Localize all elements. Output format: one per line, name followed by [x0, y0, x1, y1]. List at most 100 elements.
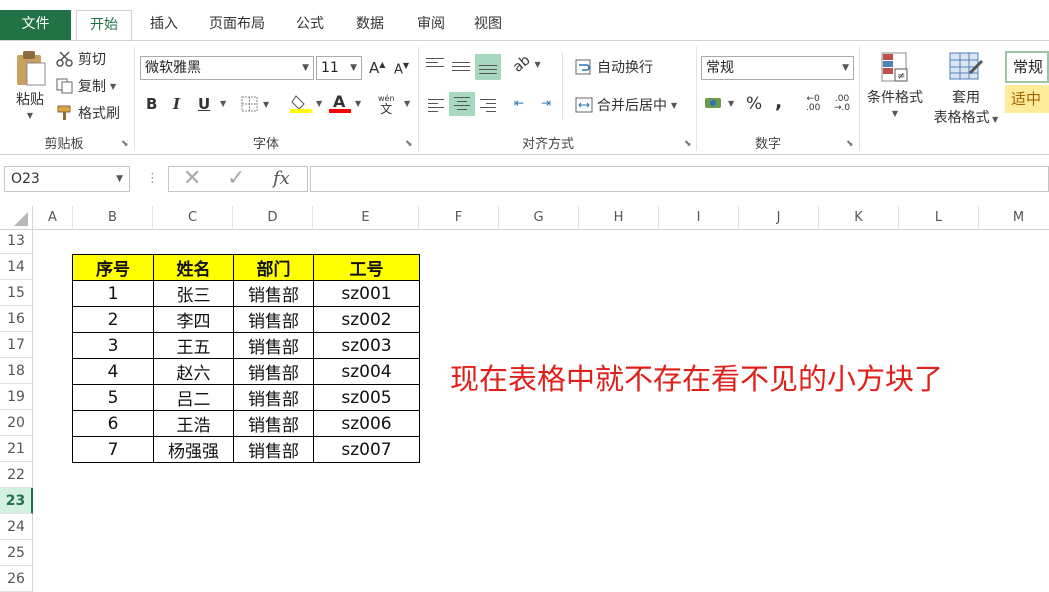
row-header-20[interactable]: 20: [0, 410, 33, 436]
column-header-d[interactable]: D: [233, 206, 313, 230]
row-header-19[interactable]: 19: [0, 384, 33, 410]
formula-input[interactable]: [310, 166, 1049, 192]
tab-file[interactable]: 文件: [0, 10, 71, 40]
number-format-select[interactable]: 常规 ▼: [701, 56, 854, 80]
cell-id[interactable]: sz003: [313, 332, 420, 359]
cell-dept[interactable]: 销售部: [233, 436, 314, 463]
row-header-21[interactable]: 21: [0, 436, 33, 462]
tab-home[interactable]: 开始: [76, 10, 132, 40]
row-header-23-selected[interactable]: 23: [0, 488, 33, 514]
format-as-table-button[interactable]: 套用 表格格式 ▼: [930, 51, 1002, 127]
cell-id[interactable]: sz002: [313, 306, 420, 333]
cell-name[interactable]: 杨强强: [153, 436, 234, 463]
italic-button[interactable]: I: [173, 95, 180, 113]
cell-name[interactable]: 王五: [153, 332, 234, 359]
format-painter-button[interactable]: 格式刷: [56, 103, 120, 123]
cell-name[interactable]: 李四: [153, 306, 234, 333]
fill-color-button[interactable]: ▼: [290, 93, 322, 113]
font-name-select[interactable]: 微软雅黑 ▼: [140, 56, 314, 80]
cell-dept[interactable]: 销售部: [233, 306, 314, 333]
cell-seq[interactable]: 5: [72, 384, 154, 411]
column-header-c[interactable]: C: [153, 206, 233, 230]
column-header-m[interactable]: M: [979, 206, 1049, 230]
cut-button[interactable]: 剪切: [56, 49, 106, 69]
underline-dropdown-icon[interactable]: ▼: [220, 99, 226, 108]
increase-decimal-button[interactable]: ←0.00: [806, 95, 820, 113]
cell-name[interactable]: 赵六: [153, 358, 234, 385]
cell-seq[interactable]: 1: [72, 280, 154, 307]
row-header-22[interactable]: 22: [0, 462, 33, 488]
style-neutral-cell[interactable]: 适中: [1005, 85, 1049, 113]
align-middle-icon[interactable]: [452, 59, 470, 74]
select-all-corner[interactable]: [0, 206, 33, 230]
tab-data[interactable]: 数据: [344, 10, 396, 40]
align-left-icon[interactable]: [428, 96, 444, 115]
decrease-font-button[interactable]: A▼: [394, 61, 409, 77]
cell-id[interactable]: sz006: [313, 410, 420, 437]
insert-function-icon[interactable]: fx: [273, 167, 290, 191]
align-right-icon[interactable]: [480, 96, 496, 115]
column-header-b[interactable]: B: [73, 206, 153, 230]
style-normal-cell[interactable]: 常规: [1005, 51, 1049, 83]
font-size-select[interactable]: 11 ▼: [316, 56, 362, 80]
header-cell-id[interactable]: 工号: [313, 254, 420, 281]
column-header-f[interactable]: F: [419, 206, 499, 230]
font-color-button[interactable]: A ▼: [329, 93, 361, 113]
borders-button[interactable]: ▼: [241, 96, 269, 112]
tab-review[interactable]: 审阅: [405, 10, 457, 40]
row-header-25[interactable]: 25: [0, 540, 33, 566]
decrease-indent-icon[interactable]: ⇤: [514, 96, 524, 110]
tab-page-layout[interactable]: 页面布局: [198, 10, 276, 40]
header-cell-dept[interactable]: 部门: [233, 254, 314, 281]
row-header-13[interactable]: 13: [0, 228, 33, 254]
bold-button[interactable]: B: [146, 95, 157, 113]
cell-id[interactable]: sz004: [313, 358, 420, 385]
row-header-14[interactable]: 14: [0, 254, 33, 280]
increase-indent-icon[interactable]: ⇥: [541, 96, 551, 110]
cell-name[interactable]: 张三: [153, 280, 234, 307]
decrease-decimal-button[interactable]: .00 →.0: [834, 95, 850, 113]
font-launcher-icon[interactable]: ⬊: [405, 139, 413, 149]
cell-dept[interactable]: 销售部: [233, 410, 314, 437]
column-header-k[interactable]: K: [819, 206, 899, 230]
column-header-h[interactable]: H: [579, 206, 659, 230]
alignment-launcher-icon[interactable]: ⬊: [684, 139, 692, 149]
column-header-j[interactable]: J: [739, 206, 819, 230]
cell-seq[interactable]: 7: [72, 436, 154, 463]
percent-button[interactable]: %: [746, 94, 762, 114]
cell-id[interactable]: sz005: [313, 384, 420, 411]
cell-dept[interactable]: 销售部: [233, 384, 314, 411]
cell-dept[interactable]: 销售部: [233, 358, 314, 385]
header-cell-name[interactable]: 姓名: [153, 254, 234, 281]
number-launcher-icon[interactable]: ⬊: [846, 139, 854, 149]
comma-button[interactable]: ,: [775, 91, 782, 113]
cell-id[interactable]: sz001: [313, 280, 420, 307]
align-center-icon[interactable]: [449, 92, 475, 116]
phonetic-dropdown-icon[interactable]: ▼: [404, 99, 410, 108]
cell-dept[interactable]: 销售部: [233, 332, 314, 359]
underline-button[interactable]: U: [198, 95, 210, 113]
align-bottom-icon[interactable]: [475, 54, 501, 80]
orientation-button[interactable]: ab ▼: [510, 52, 541, 75]
row-header-24[interactable]: 24: [0, 514, 33, 540]
column-header-i[interactable]: I: [659, 206, 739, 230]
wrap-text-button[interactable]: 自动换行: [575, 57, 653, 77]
column-header-a[interactable]: A: [33, 206, 73, 230]
row-header-15[interactable]: 15: [0, 280, 33, 306]
name-box[interactable]: O23 ▼: [4, 166, 130, 192]
header-cell-seq[interactable]: 序号: [72, 254, 154, 281]
cell-name[interactable]: 吕二: [153, 384, 234, 411]
cell-id[interactable]: sz007: [313, 436, 420, 463]
copy-button[interactable]: 复制 ▼: [56, 76, 116, 96]
merge-center-button[interactable]: 合并后居中 ▼: [575, 95, 677, 115]
cancel-icon[interactable]: ✕: [183, 167, 201, 191]
cell-seq[interactable]: 3: [72, 332, 154, 359]
row-header-17[interactable]: 17: [0, 332, 33, 358]
align-top-icon[interactable]: [426, 55, 444, 70]
increase-font-button[interactable]: A▲: [369, 59, 385, 77]
column-header-e[interactable]: E: [313, 206, 419, 230]
cell-seq[interactable]: 2: [72, 306, 154, 333]
cell-seq[interactable]: 6: [72, 410, 154, 437]
enter-check-icon[interactable]: ✓: [227, 167, 245, 191]
row-header-18[interactable]: 18: [0, 358, 33, 384]
